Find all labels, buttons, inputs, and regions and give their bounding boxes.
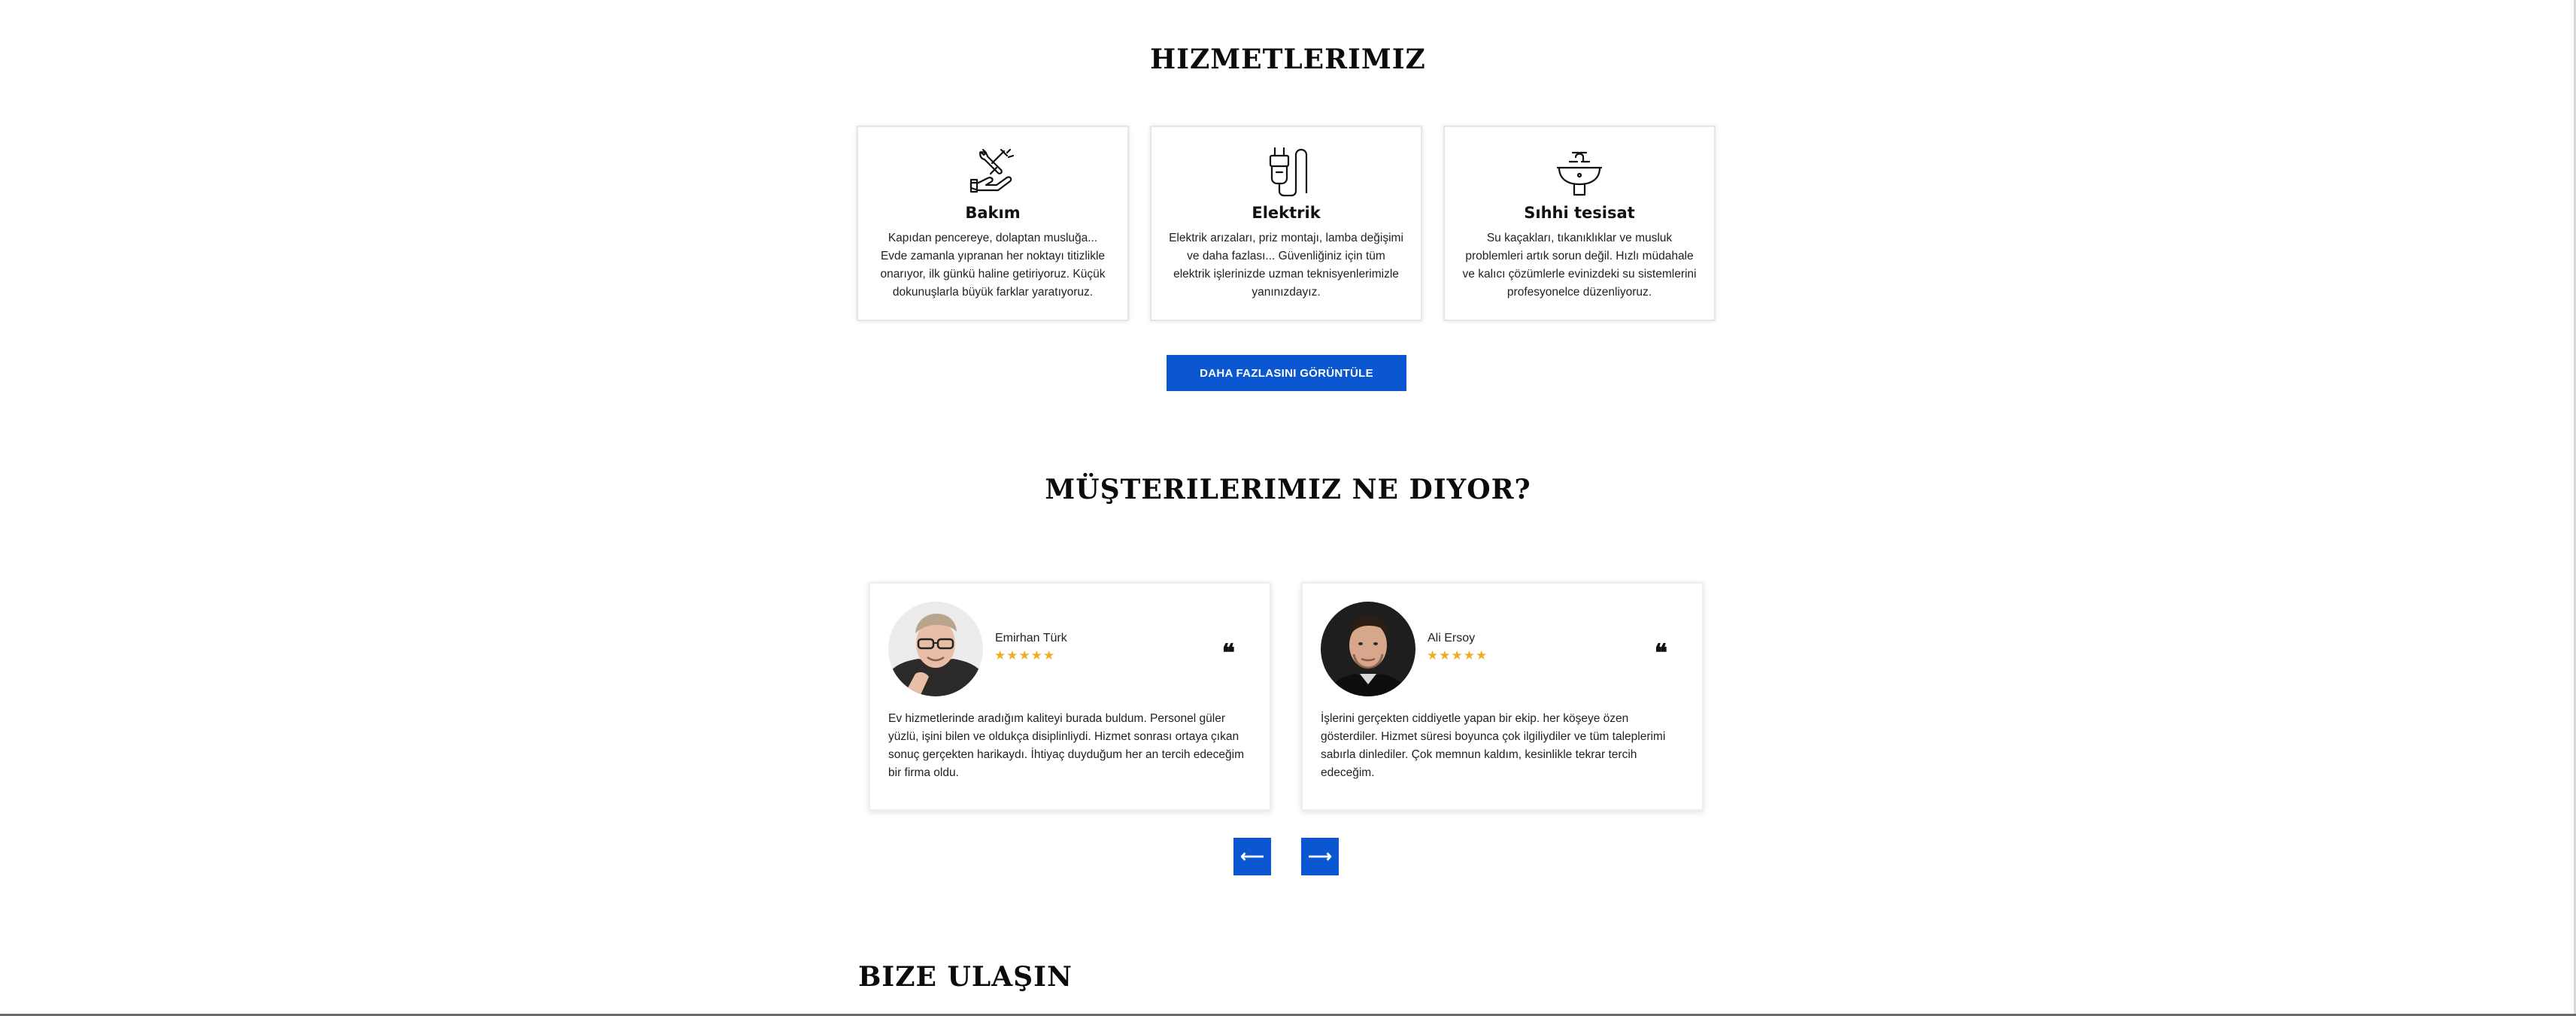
quote-icon: ❝ <box>1221 638 1235 667</box>
services-title: HIZMETLERIMIZ <box>1150 44 1426 75</box>
service-card-sihhi-tesisat: Sıhhi tesisat Su kaçakları, tıkanıklıkla… <box>1443 126 1716 321</box>
service-card-elektrik: Elektrik Elektrik arızaları, priz montaj… <box>1150 126 1422 321</box>
testimonials-title: MÜŞTERILERIMIZ NE DIYOR? <box>1045 474 1531 505</box>
service-description: Kapıdan pencereye, dolaptan musluğa... E… <box>880 232 1106 299</box>
carousel-next-button[interactable]: ⟶ <box>1301 838 1339 875</box>
reviewer-name: Ali Ersoy <box>1428 632 1476 644</box>
electric-plug-icon <box>1260 145 1312 198</box>
service-title: Sıhhi tesisat <box>1524 204 1635 222</box>
avatar <box>1321 602 1415 696</box>
page: HIZMETLERIMIZ Bakım Kapıdan pencereye, d… <box>0 0 2576 1016</box>
testimonial-card: Emirhan Türk ★★★★★ ❝ Ev hizmetlerinde ar… <box>869 582 1271 811</box>
service-description: Elektrik arızaları, priz montajı, lamba … <box>1169 232 1403 299</box>
review-text: İşlerini gerçekten ciddiyetle yapan bir … <box>1321 712 1666 779</box>
service-title: Bakım <box>965 204 1021 222</box>
contact-title: BIZE ULAŞIN <box>858 961 1073 993</box>
carousel-prev-button[interactable]: ⟵ <box>1233 838 1271 875</box>
quote-icon: ❝ <box>1654 638 1667 667</box>
rating-stars: ★★★★★ <box>1427 648 1488 663</box>
testimonial-card: Ali Ersoy ★★★★★ ❝ İşlerini gerçekten cid… <box>1301 582 1704 811</box>
service-card-bakim: Bakım Kapıdan pencereye, dolaptan musluğ… <box>857 126 1129 321</box>
view-more-button[interactable]: DAHA FAZLASINI GÖRÜNTÜLE <box>1167 355 1406 391</box>
review-text: Ev hizmetlerinde aradığım kaliteyi burad… <box>888 712 1245 779</box>
reviewer-name: Emirhan Türk <box>995 632 1067 644</box>
sink-faucet-icon <box>1553 145 1606 198</box>
repair-tools-icon <box>966 145 1019 198</box>
service-description: Su kaçakları, tıkanıklıklar ve musluk pr… <box>1462 232 1697 299</box>
service-title: Elektrik <box>1252 204 1321 222</box>
avatar <box>888 602 983 696</box>
rating-stars: ★★★★★ <box>994 648 1056 663</box>
